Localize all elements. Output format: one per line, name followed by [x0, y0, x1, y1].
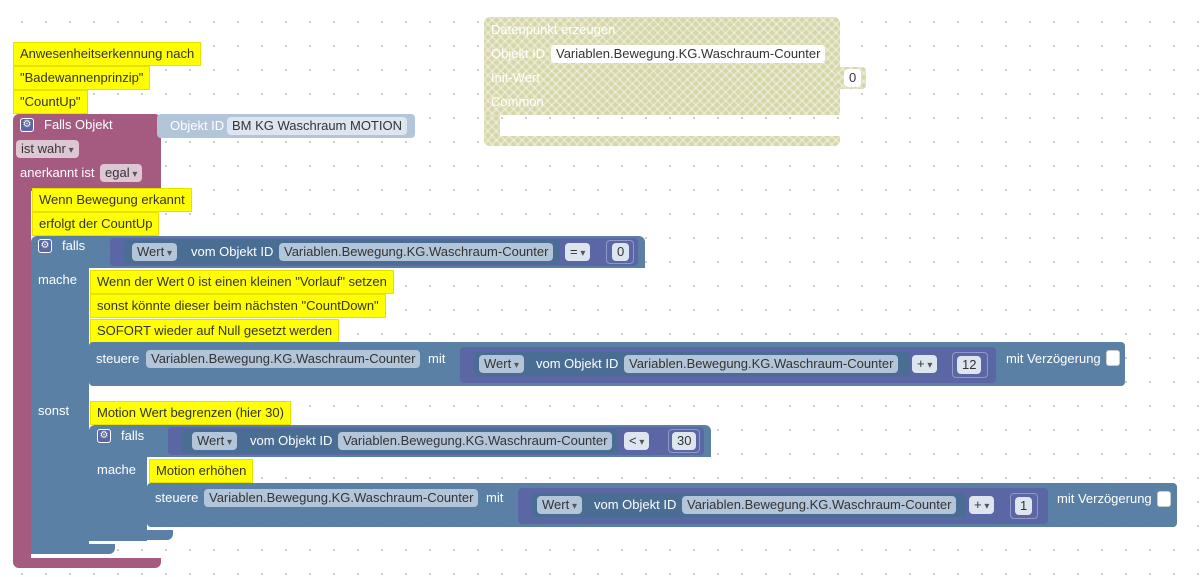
datapoint-object-id-label: Objekt ID: [491, 46, 546, 61]
comment-mache-1: Wenn der Wert 0 ist einen kleinen "Vorla…: [90, 270, 394, 294]
datapoint-init-label: Init-Wert: [491, 70, 540, 85]
datapoint-object-id-field[interactable]: Variablen.Bewegung.KG.Waschraum-Counter: [551, 45, 826, 63]
if-falls-label: falls: [62, 238, 86, 253]
trigger-ack-dropdown[interactable]: egal: [100, 164, 143, 182]
comment-title-3: "CountUp": [13, 90, 88, 114]
comment-trigger-2: erfolgt der CountUp: [32, 212, 160, 236]
inner-if-gear-icon[interactable]: ⚙: [97, 429, 111, 443]
comment-title-2: "Badewannenprinzip": [13, 66, 151, 90]
comment-title-1: Anwesenheitserkennung nach: [13, 42, 202, 66]
set-block-1-delay-checkbox[interactable]: [1106, 350, 1120, 366]
set-block-2-attr-dropdown[interactable]: Wert: [537, 496, 583, 514]
inner-if-condition-of-label: vom Objekt ID: [250, 433, 333, 448]
if-block-sonst-bar: [31, 386, 89, 398]
trigger-block-bottom: [13, 558, 161, 568]
set-block-1-source-field[interactable]: Variablen.Bewegung.KG.Waschraum-Counter: [624, 355, 899, 373]
if-gear-icon[interactable]: ⚙: [38, 239, 52, 253]
set-block-2-with-label: mit: [486, 490, 504, 505]
datapoint-common-label: Common: [491, 94, 544, 109]
set-block-1-label: steuere: [96, 351, 140, 366]
inner-if-condition-operator-dropdown[interactable]: <: [624, 432, 650, 450]
if-sonst-label: sonst: [38, 403, 70, 418]
if-condition-object-id-field[interactable]: Variablen.Bewegung.KG.Waschraum-Counter: [279, 243, 554, 261]
comment-trigger-1: Wenn Bewegung erkannt: [32, 188, 192, 212]
trigger-object-id-label: Objekt ID: [170, 118, 225, 133]
comment-sonst: Motion Wert begrenzen (hier 30): [90, 401, 291, 425]
datapoint-block-title: Datenpunkt erzeugen: [491, 22, 616, 37]
set-block-2-operator-dropdown[interactable]: +: [969, 496, 995, 514]
if-block-bottom: [31, 544, 115, 554]
comment-mache-2: sonst könnte dieser beim nächsten "Count…: [90, 294, 386, 318]
comment-inner-mache: Motion erhöhen: [149, 459, 254, 483]
inner-if-condition-number-field[interactable]: 30: [672, 432, 697, 450]
trigger-object-id-block[interactable]: Objekt ID BM KG Waschraum MOTION: [157, 114, 415, 138]
trigger-title: Falls Objekt: [44, 117, 113, 132]
trigger-object-id-field[interactable]: BM KG Waschraum MOTION: [227, 117, 407, 135]
if-condition-of-label: vom Objekt ID: [191, 244, 274, 259]
create-datapoint-block[interactable]: Datenpunkt erzeugen Objekt ID Variablen.…: [484, 17, 840, 115]
trigger-condition-dropdown[interactable]: ist wahr: [16, 140, 79, 158]
set-block-2-number-field[interactable]: 1: [1015, 497, 1033, 515]
if-condition-operator-dropdown[interactable]: =: [565, 243, 591, 261]
inner-if-mache-label: mache: [97, 462, 137, 477]
set-block-1-of-label: vom Objekt ID: [536, 356, 619, 371]
if-mache-label: mache: [38, 272, 78, 287]
set-block-2-target-field[interactable]: Variablen.Bewegung.KG.Waschraum-Counter: [204, 489, 479, 507]
set-block-1-operator-dropdown[interactable]: +: [912, 355, 938, 373]
trigger-gear-icon[interactable]: ⚙: [20, 118, 34, 132]
datapoint-init-value-field[interactable]: 0: [844, 69, 862, 87]
if-condition-attr-dropdown[interactable]: Wert: [132, 243, 178, 261]
inner-if-condition-attr-dropdown[interactable]: Wert: [192, 432, 238, 450]
comment-mache-3: SOFORT wieder auf Null gesetzt werden: [90, 319, 340, 343]
set-block-1-number-field[interactable]: 12: [957, 356, 982, 374]
inner-if-block-bottom: [89, 530, 173, 540]
inner-if-falls-label: falls: [121, 428, 145, 443]
set-block-2-of-label: vom Objekt ID: [594, 497, 677, 512]
datapoint-common-bottom: [484, 136, 840, 146]
set-block-2-source-field[interactable]: Variablen.Bewegung.KG.Waschraum-Counter: [682, 496, 957, 514]
inner-if-condition-object-id-field[interactable]: Variablen.Bewegung.KG.Waschraum-Counter: [338, 432, 613, 450]
if-condition-number-field[interactable]: 0: [612, 243, 630, 261]
set-block-2-delay-label: mit Verzögerung: [1057, 491, 1152, 506]
set-block-1-with-label: mit: [428, 351, 446, 366]
set-block-1-target-field[interactable]: Variablen.Bewegung.KG.Waschraum-Counter: [146, 350, 421, 368]
set-block-2-delay-checkbox[interactable]: [1157, 491, 1171, 507]
set-block-2-label: steuere: [155, 490, 199, 505]
set-block-1-delay-label: mit Verzögerung: [1006, 351, 1101, 366]
set-block-1-attr-dropdown[interactable]: Wert: [479, 355, 525, 373]
trigger-block-spine: [13, 190, 31, 560]
trigger-ack-label: anerkannt ist: [20, 165, 95, 180]
datapoint-common-spine: [484, 115, 500, 137]
